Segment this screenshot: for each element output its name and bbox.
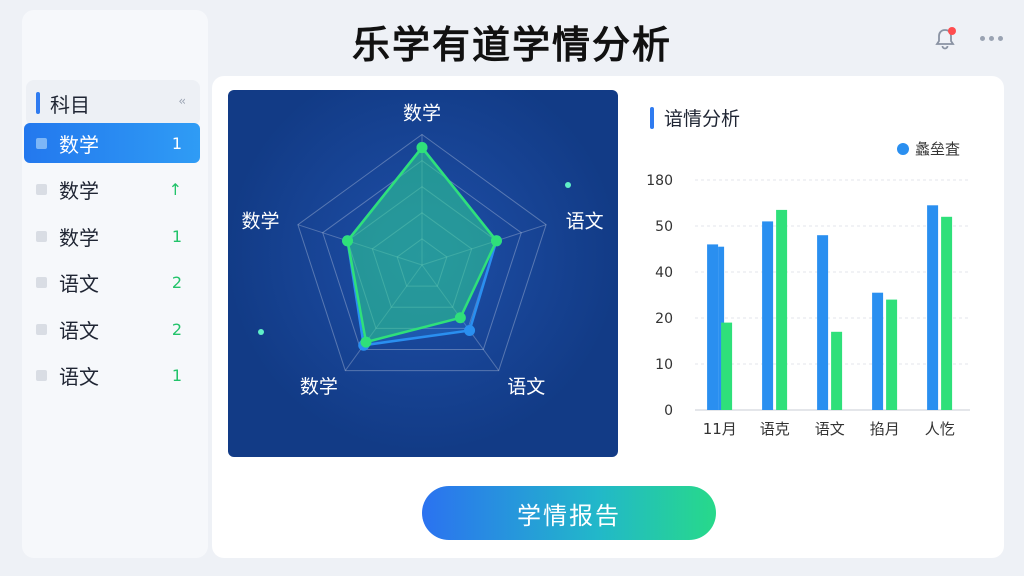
y-tick-label: 50 bbox=[655, 219, 673, 235]
x-tick-label: 语文 bbox=[815, 420, 845, 438]
bar bbox=[721, 322, 733, 410]
radar-axis-label: 语文 bbox=[507, 376, 545, 398]
notification-dot bbox=[948, 27, 956, 35]
bar bbox=[927, 205, 939, 410]
sidebar-item-label: 语文 bbox=[59, 365, 99, 389]
checkbox-icon bbox=[36, 277, 47, 288]
radar-axis-label: 数学 bbox=[241, 210, 279, 232]
sidebar-item-label: 数学 bbox=[59, 225, 99, 250]
x-tick-label: 11月 bbox=[703, 420, 737, 438]
radar-point bbox=[416, 142, 428, 154]
x-tick-label: 掐月 bbox=[870, 420, 900, 438]
y-tick-label: 20 bbox=[655, 311, 673, 327]
more-icon[interactable] bbox=[976, 28, 1006, 48]
bar bbox=[941, 216, 953, 410]
sidebar: 科目 ‹‹ 数学 1 数学 ↑ 数学 1 语文 2 语文 2 语文 1 bbox=[22, 10, 208, 558]
sidebar-item-value: ↑ bbox=[168, 180, 182, 199]
bell-icon[interactable] bbox=[932, 26, 958, 52]
y-tick-label: 40 bbox=[655, 265, 673, 281]
x-tick-label: 语克 bbox=[760, 420, 790, 438]
y-tick-label: 180 bbox=[646, 173, 673, 189]
bar bbox=[762, 221, 774, 410]
sparkle-icon bbox=[565, 182, 571, 188]
report-button[interactable]: 学情报告 bbox=[422, 486, 716, 540]
y-tick-label: 0 bbox=[664, 403, 673, 419]
sidebar-item-value: 1 bbox=[171, 366, 182, 385]
bar bbox=[707, 244, 719, 410]
radar-chart: 数学语文语文数学数学 bbox=[241, 103, 604, 398]
sidebar-item[interactable]: 语文 1 bbox=[24, 356, 200, 396]
bar-chart-header: 谙情分析 bbox=[650, 104, 740, 131]
radar-point bbox=[464, 324, 476, 336]
collapse-icon[interactable]: ‹‹ bbox=[178, 94, 185, 108]
x-tick-label: 人忔 bbox=[925, 420, 955, 438]
bar bbox=[776, 209, 788, 410]
sidebar-header: 科目 ‹‹ bbox=[26, 80, 200, 126]
sidebar-item[interactable]: 语文 2 bbox=[24, 263, 200, 303]
bar bbox=[817, 235, 829, 410]
sidebar-item[interactable]: 数学 ↑ bbox=[24, 170, 200, 210]
sidebar-item[interactable]: 语文 2 bbox=[24, 309, 200, 349]
checkbox-icon bbox=[36, 370, 47, 381]
legend-label: 蠡垒査 bbox=[915, 140, 961, 158]
bar-chart: 0 10 20 40 50 180 11月 语克 语文 掐月 人忔 bbox=[646, 173, 970, 438]
sidebar-item-label: 数学 bbox=[59, 179, 99, 203]
radar-axis-label: 数学 bbox=[403, 103, 441, 125]
bar-chart-title: 谙情分析 bbox=[664, 108, 741, 130]
sidebar-item-label: 语文 bbox=[59, 272, 99, 296]
sidebar-item-value: 1 bbox=[171, 133, 182, 153]
accent-bar bbox=[36, 92, 40, 114]
y-tick-label: 10 bbox=[655, 357, 673, 373]
radar-point bbox=[360, 336, 372, 348]
checkbox-icon bbox=[36, 184, 47, 195]
bar bbox=[872, 292, 884, 410]
bar bbox=[886, 299, 898, 410]
checkbox-icon bbox=[36, 323, 47, 335]
page-title: 乐学有道学情分析 bbox=[351, 23, 672, 67]
sidebar-item-value: 1 bbox=[171, 226, 182, 246]
sidebar-item[interactable]: 数学 1 bbox=[24, 123, 200, 163]
sidebar-header-label: 科目 bbox=[50, 92, 90, 117]
legend-dot-icon bbox=[897, 142, 909, 155]
sidebar-item-value: 2 bbox=[171, 319, 182, 339]
sparkle-icon bbox=[258, 329, 264, 335]
sidebar-item-label: 数学 bbox=[59, 132, 99, 157]
sidebar-item[interactable]: 数学 1 bbox=[24, 216, 200, 256]
radar-axis-label: 数学 bbox=[300, 376, 338, 398]
sidebar-item-value: 2 bbox=[171, 273, 182, 292]
radar-chart-panel: 数学 语文 语文 数学 数学 bbox=[228, 90, 618, 457]
bar bbox=[831, 331, 843, 410]
radar-axis-label: 语文 bbox=[566, 210, 604, 232]
sidebar-item-label: 语文 bbox=[59, 318, 99, 343]
radar-point bbox=[454, 312, 466, 324]
chart-legend: 蠡垒査 bbox=[897, 138, 960, 159]
checkbox-icon bbox=[36, 230, 47, 242]
accent-bar bbox=[650, 106, 654, 129]
radar-point bbox=[490, 235, 502, 247]
radar-point bbox=[342, 235, 354, 247]
checkbox-icon bbox=[36, 137, 47, 149]
